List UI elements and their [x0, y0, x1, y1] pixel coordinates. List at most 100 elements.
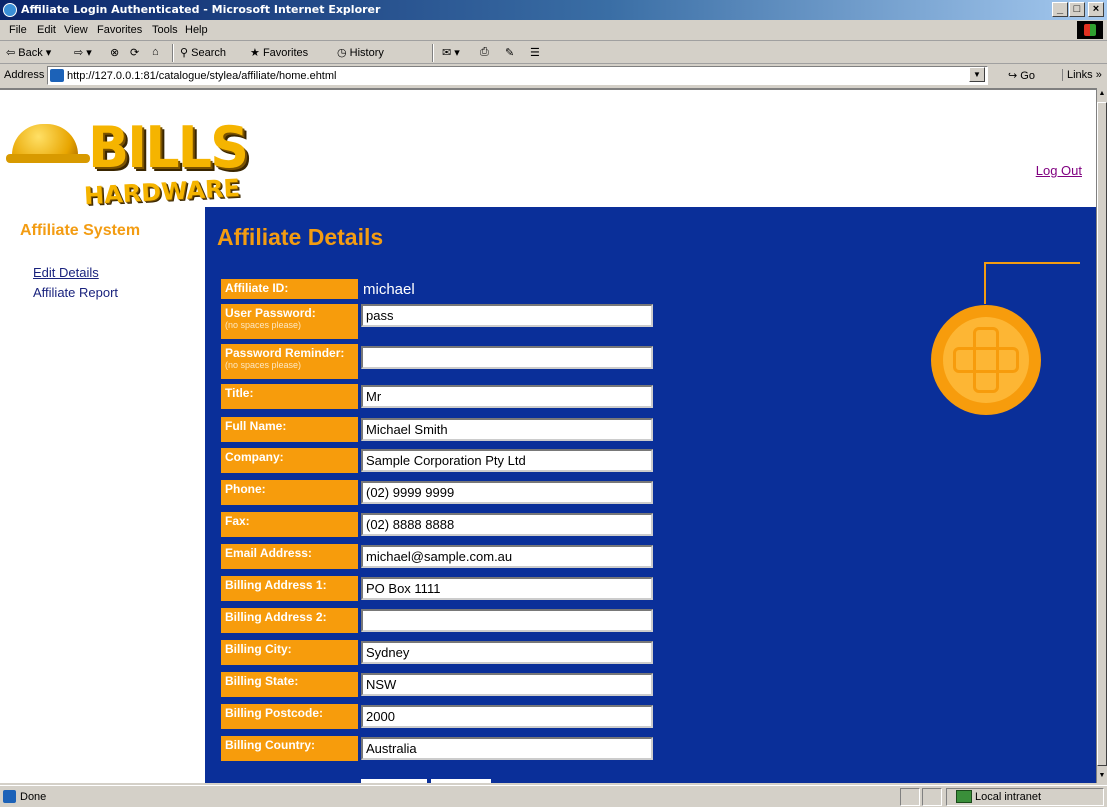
affiliate-id-value: michael	[363, 281, 415, 298]
menu-tools[interactable]: Tools	[152, 24, 178, 36]
logout-link[interactable]: Log Out	[1036, 163, 1082, 178]
maximize-button[interactable]: □	[1069, 2, 1085, 17]
history-button[interactable]: ◷ History	[337, 46, 384, 59]
submit-button[interactable]	[361, 779, 427, 783]
field-label: Billing State:	[221, 672, 358, 697]
cross-badge-icon	[931, 305, 1041, 415]
title-field[interactable]	[361, 385, 653, 408]
security-zone: Local intranet	[975, 791, 1042, 803]
billing-address-2-field[interactable]	[361, 609, 653, 632]
billing-state-field[interactable]	[361, 673, 653, 696]
favorites-icon: ★	[250, 47, 260, 59]
phone-field[interactable]	[361, 481, 653, 504]
mail-icon: ✉	[442, 47, 452, 59]
scroll-down-arrow-icon[interactable]: ▼	[1097, 770, 1107, 782]
menu-edit[interactable]: Edit	[37, 24, 56, 36]
user-password-field[interactable]	[361, 304, 653, 327]
close-button[interactable]: ×	[1088, 2, 1104, 17]
minimize-button[interactable]: _	[1052, 2, 1068, 17]
refresh-icon: ⟳	[130, 47, 140, 59]
fax-field[interactable]	[361, 513, 653, 536]
forward-button[interactable]: ⇨ ▾	[74, 46, 92, 59]
field-label: Billing Address 2:	[221, 608, 358, 633]
company-field[interactable]	[361, 449, 653, 472]
status-bar: Done Local intranet	[0, 785, 1107, 807]
title-bar[interactable]: Affiliate Login Authenticated - Microsof…	[0, 0, 1107, 20]
field-label: Password Reminder: (no spaces please)	[221, 344, 358, 379]
home-button[interactable]: ⌂	[152, 46, 159, 58]
field-label-text: User Password:	[225, 306, 316, 320]
badge-connector-line	[985, 262, 1080, 264]
billing-postcode-field[interactable]	[361, 705, 653, 728]
plus-shape	[953, 347, 1019, 373]
billing-country-field[interactable]	[361, 737, 653, 760]
password-reminder-field[interactable]	[361, 346, 653, 369]
sidebar: Affiliate System Edit Details Affiliate …	[0, 207, 205, 783]
full-name-field[interactable]	[361, 418, 653, 441]
search-button[interactable]: ⚲ Search	[180, 46, 226, 59]
print-button[interactable]: ⎙	[480, 46, 489, 59]
address-bar: Address ▼ ↪ Go Links »	[0, 65, 1107, 87]
sidebar-item-affiliate-report[interactable]: Affiliate Report	[33, 285, 118, 300]
refresh-button[interactable]: ⟳	[130, 46, 139, 59]
page-title: Affiliate Details	[217, 224, 384, 250]
menu-file[interactable]: File	[9, 24, 27, 36]
badge-inner	[943, 317, 1029, 403]
helmet-brim	[6, 154, 90, 163]
back-button[interactable]: ⇦ Back ▾	[6, 46, 51, 59]
stop-button[interactable]: ⊗	[110, 46, 119, 59]
field-hint: (no spaces please)	[225, 360, 302, 370]
back-arrow-icon: ⇦	[6, 47, 16, 59]
field-label: Company:	[221, 448, 358, 473]
edit-icon: ✎	[505, 47, 515, 59]
field-label: Phone:	[221, 480, 358, 505]
billing-city-field[interactable]	[361, 641, 653, 664]
discuss-button[interactable]: ☰	[530, 46, 540, 59]
reset-button[interactable]	[431, 779, 491, 783]
field-label-text: Password Reminder:	[225, 346, 345, 360]
page-viewport: BILLS HARDWARE Log Out Affiliate System …	[0, 88, 1096, 783]
status-text: Done	[20, 791, 47, 803]
links-label: Links	[1067, 69, 1093, 81]
address-dropdown-button[interactable]: ▼	[969, 67, 985, 82]
menu-help[interactable]: Help	[185, 24, 208, 36]
address-label: Address	[4, 69, 45, 81]
ie-icon	[3, 3, 17, 17]
scroll-thumb[interactable]	[1097, 102, 1107, 766]
menu-bar: File Edit View Favorites Tools Help	[0, 20, 1107, 41]
field-label: User Password: (no spaces please)	[221, 304, 358, 339]
favorites-button[interactable]: ★ Favorites	[250, 46, 308, 59]
search-label: Search	[191, 47, 226, 59]
email-field[interactable]	[361, 545, 653, 568]
home-icon: ⌂	[152, 46, 159, 58]
address-field[interactable]	[47, 66, 988, 85]
address-input[interactable]	[67, 68, 947, 83]
field-hint: (no spaces please)	[225, 320, 302, 330]
scroll-up-arrow-icon[interactable]: ▲	[1097, 88, 1107, 100]
field-label: Billing Country:	[221, 736, 358, 761]
forward-arrow-icon: ⇨	[74, 47, 84, 59]
menu-view[interactable]: View	[64, 24, 88, 36]
vertical-scrollbar[interactable]: ▲ ▼	[1096, 88, 1107, 783]
menu-favorites[interactable]: Favorites	[97, 24, 142, 36]
intranet-zone-icon	[956, 790, 972, 803]
search-icon: ⚲	[180, 47, 189, 59]
logo-text-top: BILLS	[88, 114, 249, 181]
print-icon: ⎙	[480, 46, 489, 58]
status-pane	[900, 788, 920, 806]
field-label: Affiliate ID:	[221, 279, 358, 299]
field-label: Full Name:	[221, 417, 358, 442]
links-button[interactable]: Links »	[1062, 69, 1102, 81]
edit-button[interactable]: ✎	[505, 46, 514, 59]
window-title: Affiliate Login Authenticated - Microsof…	[21, 3, 381, 16]
mail-button[interactable]: ✉ ▾	[442, 46, 460, 59]
toolbar: ⇦ Back ▾ ⇨ ▾ ⊗ ⟳ ⌂ ⚲ Search ★ Favorites …	[0, 42, 1107, 64]
go-button[interactable]: ↪ Go	[1008, 69, 1035, 82]
sidebar-item-edit-details[interactable]: Edit Details	[33, 265, 99, 280]
go-label: Go	[1020, 70, 1035, 82]
go-arrow-icon: ↪	[1008, 70, 1018, 82]
windows-logo-icon	[1077, 21, 1103, 39]
billing-address-1-field[interactable]	[361, 577, 653, 600]
main-content: Affiliate Details Affiliate ID: michael …	[205, 207, 1096, 783]
field-label: Fax:	[221, 512, 358, 537]
